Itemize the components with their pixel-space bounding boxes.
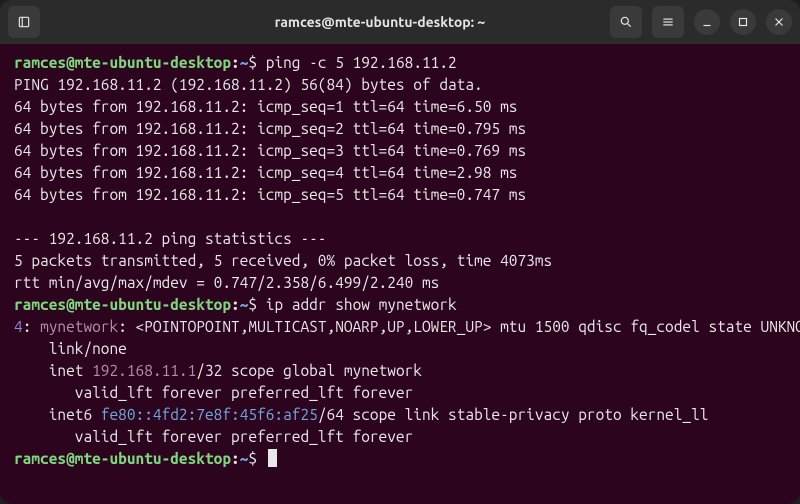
maximize-button[interactable] <box>730 9 756 35</box>
prompt-userhost: ramces@mte-ubuntu-desktop <box>14 54 231 71</box>
output-line: link/none <box>14 338 786 360</box>
terminal-body[interactable]: ramces@mte-ubuntu-desktop:~$ ping -c 5 1… <box>0 44 800 504</box>
command-text: ping -c 5 192.168.11.2 <box>266 54 457 71</box>
terminal-window: ramces@mte-ubuntu-desktop: ~ ramces@mte-… <box>0 0 800 504</box>
output-line: 64 bytes from 192.168.11.2: icmp_seq=2 t… <box>14 118 786 140</box>
output-line: rtt min/avg/max/mdev = 0.747/2.358/6.499… <box>14 272 786 294</box>
maximize-icon <box>736 15 750 29</box>
menu-button[interactable] <box>652 6 684 38</box>
search-icon <box>619 15 633 29</box>
new-tab-button[interactable] <box>8 6 40 38</box>
output-line: inet 192.168.11.1/32 scope global mynetw… <box>14 360 786 382</box>
prompt-line: ramces@mte-ubuntu-desktop:~$ <box>14 448 786 470</box>
prompt-userhost: ramces@mte-ubuntu-desktop <box>14 296 231 313</box>
output-line <box>14 206 786 228</box>
output-line: 64 bytes from 192.168.11.2: icmp_seq=3 t… <box>14 140 786 162</box>
output-line: inet6 fe80::4fd2:7e8f:45f6:af25/64 scope… <box>14 404 786 426</box>
output-line: 64 bytes from 192.168.11.2: icmp_seq=1 t… <box>14 96 786 118</box>
window-title: ramces@mte-ubuntu-desktop: ~ <box>168 14 592 30</box>
output-line: valid_lft forever preferred_lft forever <box>14 426 786 448</box>
prompt-symbol: $ <box>248 296 257 313</box>
output-line: 64 bytes from 192.168.11.2: icmp_seq=5 t… <box>14 184 786 206</box>
command-text: ip addr show mynetwork <box>266 296 457 313</box>
close-icon <box>772 15 786 29</box>
minimize-icon <box>700 15 714 29</box>
prompt-userhost: ramces@mte-ubuntu-desktop <box>14 450 231 467</box>
output-line: PING 192.168.11.2 (192.168.11.2) 56(84) … <box>14 74 786 96</box>
output-line: --- 192.168.11.2 ping statistics --- <box>14 228 786 250</box>
cursor <box>268 449 277 467</box>
prompt-line: ramces@mte-ubuntu-desktop:~$ ping -c 5 1… <box>14 52 786 74</box>
titlebar: ramces@mte-ubuntu-desktop: ~ <box>0 0 800 44</box>
hamburger-icon <box>661 15 675 29</box>
minimize-button[interactable] <box>694 9 720 35</box>
prompt-symbol: $ <box>248 54 257 71</box>
new-tab-icon <box>17 15 31 29</box>
search-button[interactable] <box>610 6 642 38</box>
output-line: 64 bytes from 192.168.11.2: icmp_seq=4 t… <box>14 162 786 184</box>
output-line: 4: mynetwork: <POINTOPOINT,MULTICAST,NOA… <box>14 316 786 338</box>
prompt-symbol: $ <box>248 450 257 467</box>
output-line: valid_lft forever preferred_lft forever <box>14 382 786 404</box>
prompt-line: ramces@mte-ubuntu-desktop:~$ ip addr sho… <box>14 294 786 316</box>
close-button[interactable] <box>766 9 792 35</box>
output-line: 5 packets transmitted, 5 received, 0% pa… <box>14 250 786 272</box>
